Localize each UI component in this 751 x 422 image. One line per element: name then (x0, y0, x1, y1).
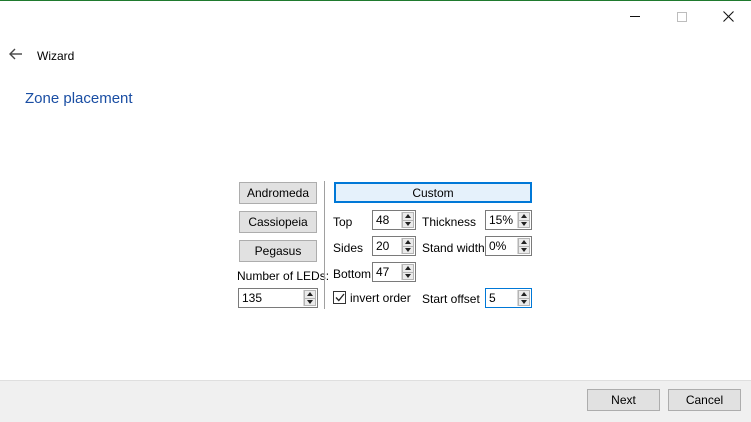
start-offset-value[interactable]: 5 (486, 289, 517, 307)
arrow-left-icon[interactable] (8, 47, 24, 61)
chevron-up-icon (521, 214, 527, 219)
sides-stepper (401, 238, 414, 254)
bottom-stepper (401, 264, 414, 280)
cassiopeia-button[interactable]: Cassiopeia (239, 211, 317, 233)
increment-button[interactable] (518, 238, 530, 246)
decrement-button[interactable] (402, 219, 414, 228)
wizard-label: Wizard (37, 49, 75, 63)
top-value[interactable]: 48 (373, 211, 401, 229)
stand-width-spinbox[interactable]: 0% (485, 236, 532, 256)
stand-width-label: Stand width (422, 241, 485, 255)
chevron-down-icon (521, 299, 527, 304)
chevron-up-icon (521, 292, 527, 297)
chevron-up-icon (307, 292, 313, 297)
increment-button[interactable] (518, 212, 530, 220)
andromeda-button[interactable]: Andromeda (239, 182, 317, 204)
chevron-up-icon (521, 240, 527, 245)
invert-order-label[interactable]: invert order (350, 291, 411, 305)
chevron-down-icon (521, 221, 527, 226)
increment-button[interactable] (402, 212, 414, 220)
close-button[interactable] (705, 1, 751, 32)
chevron-down-icon (405, 247, 411, 252)
thickness-value[interactable]: 15% (486, 211, 517, 229)
maximize-button[interactable] (659, 1, 705, 32)
next-button[interactable]: Next (587, 389, 660, 411)
decrement-button[interactable] (304, 297, 316, 306)
stand-width-stepper (517, 238, 530, 254)
increment-button[interactable] (402, 238, 414, 246)
increment-button[interactable] (518, 290, 530, 298)
bottom-value[interactable]: 47 (373, 263, 401, 281)
thickness-spinbox[interactable]: 15% (485, 210, 532, 230)
chevron-up-icon (405, 214, 411, 219)
thickness-label: Thickness (422, 215, 477, 229)
pegasus-button[interactable]: Pegasus (239, 240, 317, 262)
sides-value[interactable]: 20 (373, 237, 401, 255)
start-offset-spinbox[interactable]: 5 (485, 288, 532, 308)
decrement-button[interactable] (518, 245, 530, 254)
top-stepper (401, 212, 414, 228)
number-of-leds-spinbox[interactable]: 135 (238, 288, 318, 308)
cancel-button[interactable]: Cancel (668, 389, 741, 411)
decrement-button[interactable] (402, 245, 414, 254)
stand-width-value[interactable]: 0% (486, 237, 517, 255)
decrement-button[interactable] (402, 271, 414, 280)
chevron-up-icon (405, 266, 411, 271)
chevron-down-icon (405, 221, 411, 226)
start-offset-label: Start offset (422, 292, 480, 306)
increment-button[interactable] (304, 290, 316, 298)
maximize-icon (677, 11, 687, 22)
increment-button[interactable] (402, 264, 414, 272)
thickness-stepper (517, 212, 530, 228)
bottom-spinbox[interactable]: 47 (372, 262, 416, 282)
number-of-leds-value[interactable]: 135 (239, 289, 303, 307)
minimize-icon (630, 16, 640, 17)
sides-spinbox[interactable]: 20 (372, 236, 416, 256)
top-spinbox[interactable]: 48 (372, 210, 416, 230)
invert-order-checkbox[interactable] (333, 291, 346, 304)
title-bar (0, 1, 751, 32)
sides-label: Sides (333, 241, 364, 255)
page-title: Zone placement (25, 90, 133, 107)
decrement-button[interactable] (518, 219, 530, 228)
number-of-leds-label: Number of LEDs: (237, 269, 330, 283)
decrement-button[interactable] (518, 297, 530, 306)
custom-button[interactable]: Custom (334, 182, 532, 203)
chevron-down-icon (521, 247, 527, 252)
chevron-down-icon (405, 273, 411, 278)
vertical-divider (324, 181, 325, 309)
top-label: Top (333, 215, 353, 229)
number-of-leds-stepper (303, 290, 316, 306)
chevron-down-icon (307, 299, 313, 304)
chevron-up-icon (405, 240, 411, 245)
close-icon (722, 11, 734, 22)
start-offset-stepper (517, 290, 530, 306)
minimize-button[interactable] (612, 1, 658, 32)
checkmark-icon (335, 293, 345, 302)
bottom-label: Bottom (333, 267, 372, 281)
